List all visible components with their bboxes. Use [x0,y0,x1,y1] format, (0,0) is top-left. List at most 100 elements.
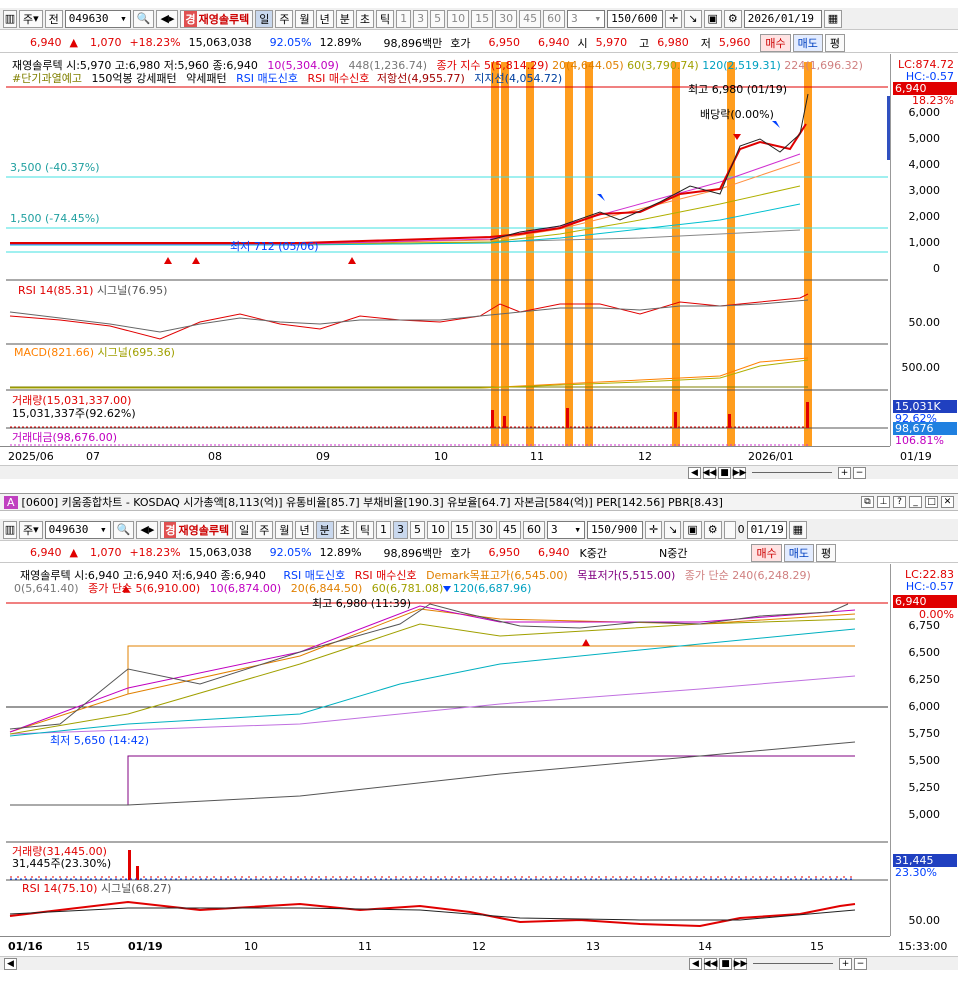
count-select[interactable]: 3 ▾ [567,9,606,28]
legend-demark-low[interactable]: 목표저가(5,515.00) [577,569,675,582]
search-icon[interactable]: 🔍 [132,9,155,28]
period-week[interactable]: 주 [255,520,274,539]
period-second[interactable]: 초 [335,520,354,539]
period-tick[interactable]: 틱 [375,9,395,28]
calendar-icon[interactable]: ▦ [788,520,808,539]
rsi-signal-label[interactable]: 시그널(68.27) [101,882,171,895]
period-week[interactable]: 주 [275,9,294,28]
period-day[interactable]: 일 [255,9,274,28]
period-month[interactable]: 월 [295,9,314,28]
close-icon[interactable]: ✕ [941,496,954,508]
stock-name-button[interactable]: 경 재영솔루텍 [180,9,254,28]
pin-icon[interactable]: ⊥ [877,496,890,508]
legend-ma224[interactable]: 224(1,696.32) [784,59,863,72]
gear-icon[interactable]: ⚙ [723,9,742,28]
skip-forward-icon[interactable]: ▶▶ [733,466,746,479]
zoom-icon[interactable]: ↘ [684,9,702,28]
legend-ma5[interactable]: 종가 지수 5(5,814.29) [437,59,549,72]
bottom-price-axis[interactable]: LC:22.83 HC:-0.57 6,940 0.00% 6,750 6,50… [890,564,958,936]
num-3[interactable]: 3 [392,520,408,539]
legend-resistance[interactable]: 저항선(4,955.77) [377,72,465,85]
legend-rsi-sell[interactable]: RSI 매도신호 [236,72,298,85]
crosshair-icon[interactable]: ✛ [644,520,663,539]
legend-support[interactable]: 지지선(4,054.72) [474,72,562,85]
legend-ma10[interactable]: 10(5,304.09) [267,59,339,72]
chart-type-icon[interactable]: ▥ [3,9,17,28]
legend-ma20[interactable]: 20(4,644.05) [552,59,624,72]
gear-icon[interactable]: ⚙ [703,520,722,539]
speaker-icon[interactable]: ◀▸ [136,520,159,539]
zoom-in-icon[interactable]: + [838,466,851,479]
code-input[interactable]: 049630 ▾ [44,520,111,539]
maximize-icon[interactable]: □ [925,496,938,508]
scroll-left-icon[interactable]: ◀ [4,957,17,970]
market-select[interactable]: 주 ▾ [19,9,43,28]
stop-icon[interactable]: ■ [719,957,732,970]
zoom-icon[interactable]: ↘ [664,520,682,539]
num-45[interactable]: 45 [498,520,521,539]
crosshair-icon[interactable]: ✛ [665,9,683,28]
skip-forward-icon[interactable]: ▶▶ [734,957,747,970]
legend-rsi-sell[interactable]: RSI 매도신호 [283,569,345,582]
bottom-scrollbar[interactable]: ◀ ◀ ◀◀ ■ ▶▶ + − [0,956,958,970]
legend-ma120[interactable]: 120(6,687.96) [453,582,532,595]
help-icon[interactable]: ? [893,496,906,508]
save-icon[interactable]: ▣ [683,520,702,539]
num-30[interactable]: 30 [474,520,497,539]
zoom-out-icon[interactable]: − [853,466,866,479]
period-year[interactable]: 년 [315,9,334,28]
date-input[interactable]: 2026/01/19 [743,9,822,28]
legend-ma20[interactable]: 20(6,844.50) [291,582,363,595]
scroll-back-icon[interactable]: ◀ [689,957,702,970]
top-scrollbar[interactable]: ◀ ◀◀ ■ ▶▶ + − [0,465,958,479]
stop-icon[interactable]: ■ [718,466,731,479]
legend-ma120[interactable]: 120(2,519.31) [702,59,781,72]
calendar-icon[interactable]: ▦ [823,9,843,28]
zoom-slider[interactable] [753,963,833,964]
legend-weak-pattern[interactable]: 약세패턴 [186,72,226,85]
minimize-icon[interactable]: _ [909,496,922,508]
chevron-down-icon[interactable]: ▾ [100,523,107,536]
legend-demark-high[interactable]: Demark목표고가(6,545.00) [426,569,568,582]
legend-rsi-buy[interactable]: RSI 매수신호 [308,72,370,85]
market-select[interactable]: 주 ▾ [19,520,43,539]
macd-signal-label[interactable]: 시그널(695.36) [98,346,175,359]
buy-button[interactable]: 매수 [751,543,782,562]
legend-ma60[interactable]: 60(3,790.74) [627,59,699,72]
num-15[interactable]: 15 [450,520,473,539]
period-day[interactable]: 일 [235,520,254,539]
count-select[interactable]: 3 ▾ [546,520,585,539]
count-input[interactable]: 150/600 [607,9,664,28]
macd-label[interactable]: MACD(821.66) [14,346,94,359]
rsi-label[interactable]: RSI 14(75.10) [22,882,97,895]
zoom-in-icon[interactable]: + [839,957,852,970]
legend-rsi-buy[interactable]: RSI 매수신호 [355,569,417,582]
legend-pattern[interactable]: 150억봉 강세패턴 [91,72,176,85]
link-icon[interactable]: ⧉ [861,496,874,508]
rsi-label[interactable]: RSI 14(85.31) [18,284,93,297]
prev-button[interactable]: 전 [44,9,63,28]
code-input[interactable]: 049630 ▾ [64,9,131,28]
legend-ma5[interactable]: 종가 단순 5(6,910.00) [88,582,200,595]
flat-button[interactable]: 평 [824,33,846,52]
num-60[interactable]: 60 [522,520,545,539]
top-chart[interactable]: 재영솔루텍 시:5,970 고:6,980 저:5,960 종:6,940 10… [0,54,958,448]
chevron-down-icon[interactable]: ▾ [120,12,127,25]
num-10[interactable]: 10 [447,9,470,28]
search-icon[interactable]: 🔍 [112,520,135,539]
zoom-out-icon[interactable]: − [854,957,867,970]
skip-back-icon[interactable]: ◀◀ [703,466,716,479]
period-tick[interactable]: 틱 [355,520,374,539]
legend-ma-base[interactable]: 0(5,641.40) [14,582,79,595]
num-5[interactable]: 5 [409,520,425,539]
buy-button[interactable]: 매수 [760,33,791,52]
num-1[interactable]: 1 [375,520,391,539]
num-30[interactable]: 30 [495,9,518,28]
sell-button[interactable]: 매도 [792,33,823,52]
num-3[interactable]: 3 [413,9,429,28]
sell-button[interactable]: 매도 [783,543,814,562]
period-year[interactable]: 년 [295,520,314,539]
stock-name-button[interactable]: 경 재영솔루텍 [160,520,234,539]
num-15[interactable]: 15 [471,9,494,28]
speaker-icon[interactable]: ◀▸ [156,9,179,28]
